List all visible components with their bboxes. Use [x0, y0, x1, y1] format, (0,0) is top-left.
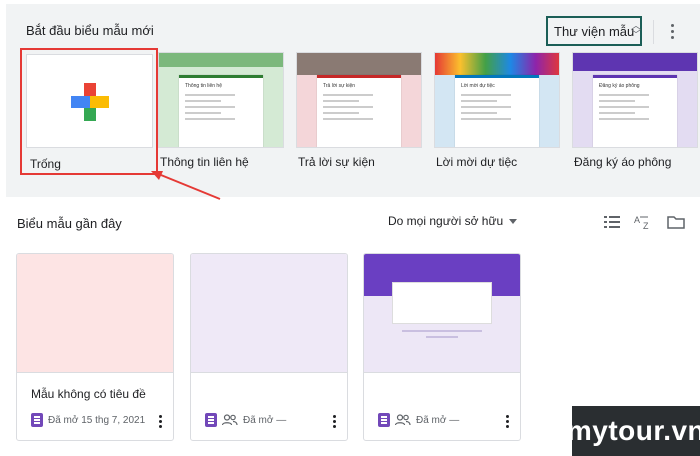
last-opened-text: Đã mở 15 thg 7, 2021: [48, 414, 146, 426]
last-opened-text: Đã mở —: [243, 414, 287, 426]
list-view-icon[interactable]: [601, 212, 623, 232]
more-vert-icon[interactable]: [329, 413, 339, 429]
forms-icon: [205, 413, 217, 427]
google-forms-home: Bắt đầu biểu mẫu mới Thư viện mẫu ︿ ﹀ Trố…: [0, 0, 700, 456]
recent-forms-title: Biểu mẫu gần đây: [17, 216, 122, 231]
recent-form-card[interactable]: Đã mở —: [190, 253, 348, 441]
divider: [653, 20, 654, 44]
template-thumb[interactable]: Lời mời dự tiệc: [434, 52, 560, 148]
template-thumb[interactable]: Trả lời sự kiện: [296, 52, 422, 148]
more-vert-icon[interactable]: [155, 413, 165, 429]
recent-form-card[interactable]: Đã mở —: [363, 253, 521, 441]
forms-icon: [378, 413, 390, 427]
more-vert-icon[interactable]: [662, 18, 682, 44]
last-opened-text: Đã mở —: [416, 414, 460, 426]
template-party-invite[interactable]: Lời mời dự tiệc Lời mời dự tiệc: [434, 52, 560, 169]
form-thumbnail[interactable]: [364, 254, 520, 372]
gallery-title: Bắt đầu biểu mẫu mới: [26, 23, 154, 38]
template-contact-info[interactable]: Thông tin liên hệ Thông tin liên hệ: [158, 52, 284, 169]
blank-template-thumb[interactable]: [26, 54, 153, 148]
form-thumbnail[interactable]: [17, 254, 173, 372]
folder-icon[interactable]: [665, 212, 687, 232]
template-label: Thông tin liên hệ: [160, 155, 249, 169]
blank-template-highlight[interactable]: Trống: [20, 48, 158, 175]
watermark-logo: mytour.vn: [567, 406, 700, 456]
shared-people-icon: [395, 414, 411, 426]
more-vert-icon[interactable]: [502, 413, 512, 429]
shared-people-icon: [222, 414, 238, 426]
template-label: Lời mời dự tiệc: [436, 155, 518, 169]
chevron-down-icon: [509, 218, 518, 224]
svg-text:Z: Z: [643, 221, 649, 230]
form-thumbnail[interactable]: [191, 254, 347, 372]
template-tshirt-signup[interactable]: Đăng ký áo phông Đăng ký áo phông: [572, 52, 698, 169]
forms-icon: [31, 413, 43, 427]
form-title: Mẫu không có tiêu đề: [31, 387, 146, 401]
template-thumb[interactable]: Đăng ký áo phông: [572, 52, 698, 148]
owner-filter-label: Do mọi người sở hữu: [388, 214, 504, 228]
template-label: Đăng ký áo phông: [574, 155, 672, 169]
svg-text:A: A: [634, 215, 640, 225]
template-thumb[interactable]: Thông tin liên hệ: [158, 52, 284, 148]
template-event-rsvp[interactable]: Trả lời sự kiện Trả lời sự kiện: [296, 52, 422, 169]
unfold-icon[interactable]: ︿ ﹀: [628, 18, 644, 44]
template-label: Trả lời sự kiện: [298, 155, 375, 169]
recent-form-card[interactable]: Mẫu không có tiêu đề Đã mở 15 thg 7, 202…: [16, 253, 174, 441]
plus-icon: [71, 83, 109, 121]
annotation-arrow-icon: [151, 171, 221, 200]
sort-az-icon[interactable]: AZ: [633, 212, 655, 232]
owner-filter-dropdown[interactable]: Do mọi người sở hữu: [388, 214, 518, 228]
template-label: Trống: [30, 157, 61, 171]
template-gallery: Bắt đầu biểu mẫu mới Thư viện mẫu ︿ ﹀ Trố…: [6, 4, 700, 197]
